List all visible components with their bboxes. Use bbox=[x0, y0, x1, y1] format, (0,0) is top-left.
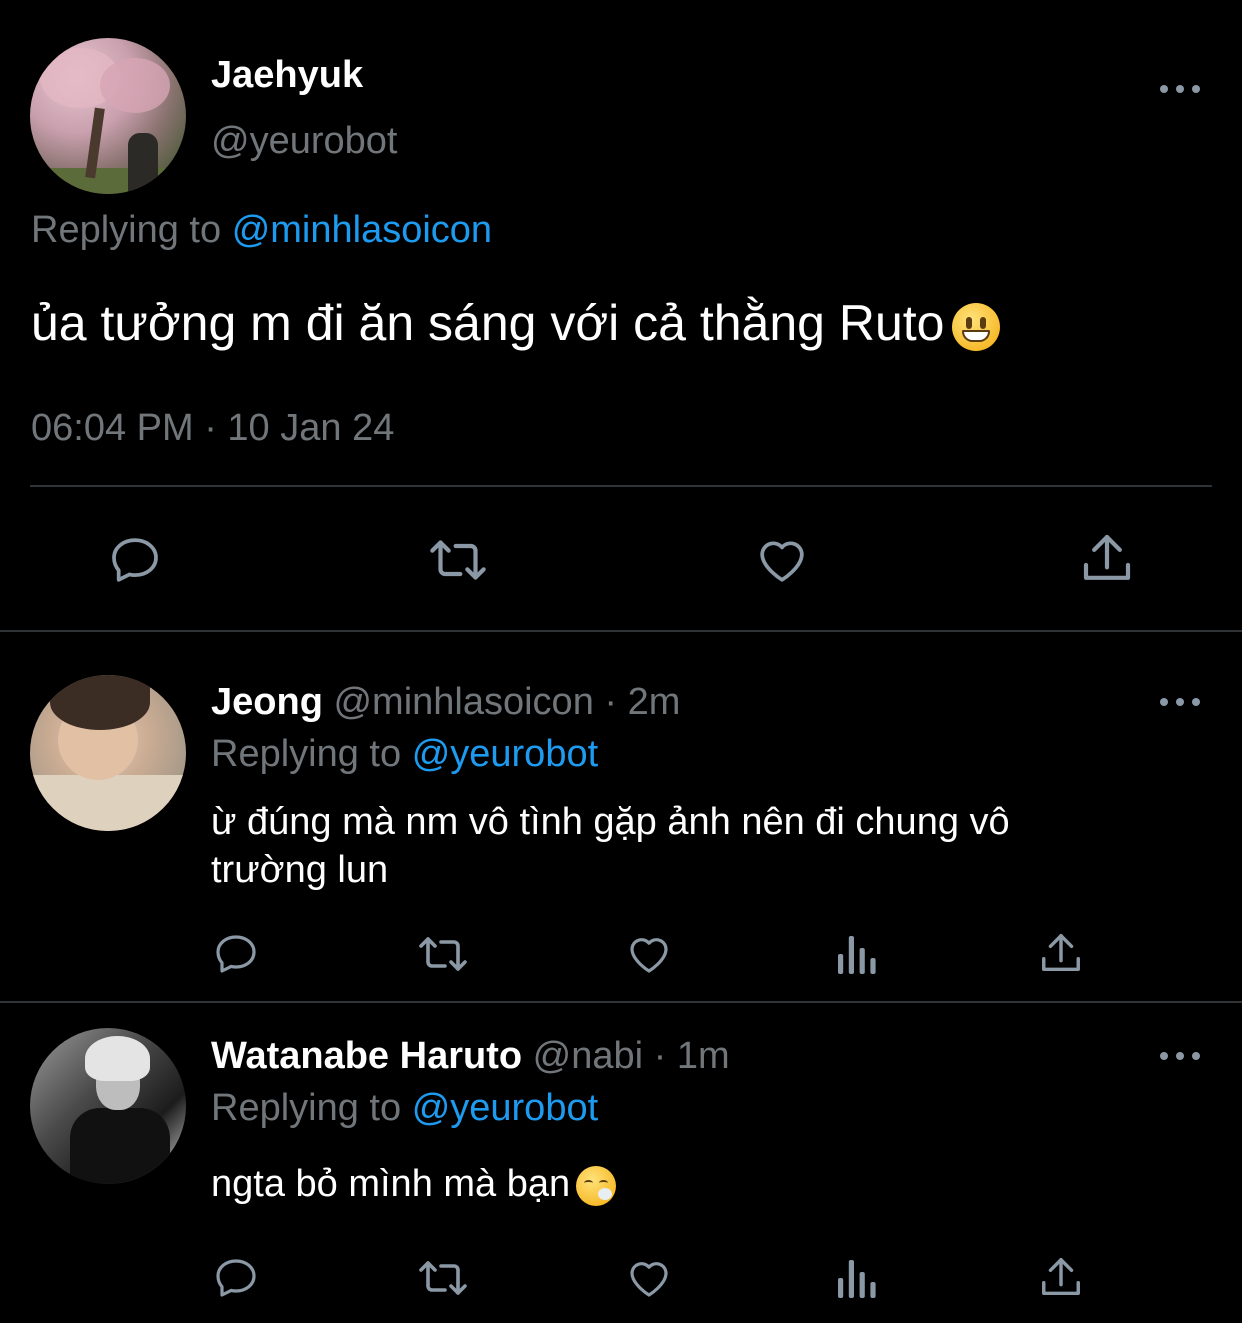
main-tweet: Jaehyuk @yeurobot Replying to @minhlasoi… bbox=[0, 0, 1242, 632]
mention-link[interactable]: @yeurobot bbox=[412, 1087, 598, 1129]
share-icon[interactable] bbox=[1038, 1253, 1084, 1301]
grinning-face-emoji bbox=[952, 302, 1001, 351]
more-options-icon[interactable] bbox=[1160, 83, 1200, 95]
avatar[interactable] bbox=[30, 38, 186, 194]
replying-prefix: Replying to bbox=[31, 209, 222, 251]
reply-time[interactable]: · 1m bbox=[654, 1035, 730, 1077]
share-icon[interactable] bbox=[1079, 530, 1135, 586]
tweet-text: ừ đúng mà nm vô tình gặp ảnh nên đi chun… bbox=[211, 801, 1010, 891]
author-handle[interactable]: @minhlasoicon bbox=[333, 681, 593, 723]
reply-icon[interactable] bbox=[212, 1254, 260, 1302]
replying-to-line: Replying to @minhlasoicon bbox=[31, 209, 492, 252]
tweet-body: ngta bỏ mình mà bạn bbox=[211, 1163, 571, 1205]
divider bbox=[0, 1001, 1242, 1003]
replying-to-line: Replying to @yeurobot bbox=[211, 733, 598, 776]
reply-icon[interactable] bbox=[212, 930, 260, 978]
analytics-icon[interactable] bbox=[834, 930, 878, 978]
analytics-icon[interactable] bbox=[834, 1254, 878, 1302]
divider bbox=[30, 485, 1212, 487]
reply-header: Watanabe Haruto @nabi · 1m bbox=[211, 1035, 730, 1078]
retweet-icon[interactable] bbox=[414, 930, 472, 978]
avatar[interactable] bbox=[30, 675, 186, 831]
replying-prefix: Replying to bbox=[211, 1087, 402, 1129]
more-options-icon[interactable] bbox=[1160, 696, 1200, 708]
like-icon[interactable] bbox=[752, 532, 812, 588]
timestamp[interactable]: 06:04 PM · 10 Jan 24 bbox=[31, 407, 394, 450]
mention-link[interactable]: @minhlasoicon bbox=[232, 209, 492, 251]
like-icon[interactable] bbox=[624, 930, 674, 978]
author-name[interactable]: Jeong bbox=[211, 681, 323, 723]
face-exhaling-emoji bbox=[576, 1165, 617, 1206]
author-name[interactable]: Jaehyuk bbox=[211, 54, 363, 97]
more-options-icon[interactable] bbox=[1160, 1050, 1200, 1062]
avatar[interactable] bbox=[30, 1028, 186, 1184]
reply-icon[interactable] bbox=[106, 532, 164, 588]
replying-prefix: Replying to bbox=[211, 733, 402, 775]
author-name[interactable]: Watanabe Haruto bbox=[211, 1035, 522, 1077]
mention-link[interactable]: @yeurobot bbox=[412, 733, 598, 775]
tweet-text: ủa tưởng m đi ăn sáng với cả thằng Ruto bbox=[31, 294, 1001, 352]
reply-time[interactable]: · 2m bbox=[604, 681, 680, 723]
like-icon[interactable] bbox=[624, 1254, 674, 1302]
replying-to-line: Replying to @yeurobot bbox=[211, 1087, 598, 1130]
retweet-icon[interactable] bbox=[414, 1254, 472, 1302]
retweet-icon[interactable] bbox=[424, 532, 492, 588]
divider bbox=[0, 630, 1242, 632]
tweet-text: ngta bỏ mình mà bạn bbox=[211, 1160, 1191, 1208]
tweet-body: ủa tưởng m đi ăn sáng với cả thằng Ruto bbox=[31, 295, 945, 351]
share-icon[interactable] bbox=[1038, 929, 1084, 977]
reply-header: Jeong @minhlasoicon · 2m bbox=[211, 681, 680, 724]
author-handle[interactable]: @yeurobot bbox=[211, 120, 397, 163]
author-handle[interactable]: @nabi bbox=[533, 1035, 643, 1077]
